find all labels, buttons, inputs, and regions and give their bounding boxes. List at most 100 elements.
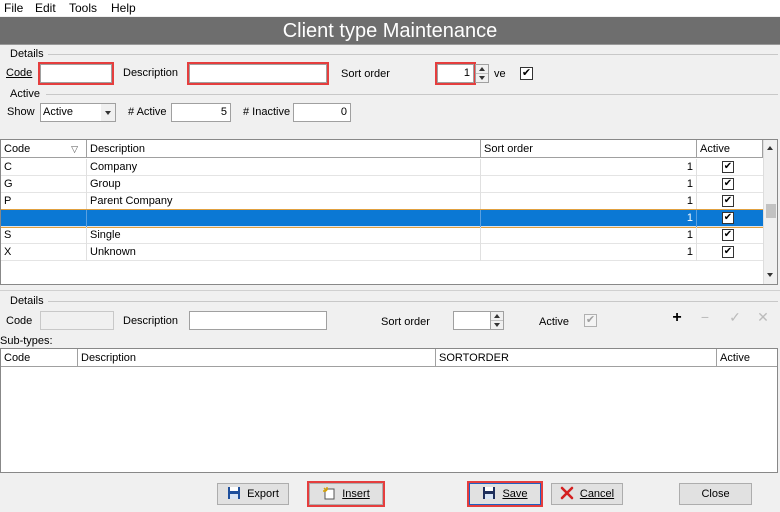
bottom-sort-order-input[interactable] [453,311,491,330]
bottom-active-label: Active [539,316,569,328]
active-label-partial: ve [494,68,506,80]
subtypes-grid[interactable]: Code Description SORTORDER Active [0,348,778,473]
num-active-label: # Active [128,106,167,118]
subcol-header-active[interactable]: Active [717,349,777,367]
close-button[interactable]: Close [679,483,752,505]
discard-icon: ✕ [757,309,769,325]
menu-help[interactable]: Help [111,1,136,15]
row-sort: 1 [481,176,697,193]
row-code: C [1,159,87,176]
floppy-disk-icon [228,487,241,500]
row-description [87,210,481,227]
grid-scrollbar[interactable] [763,140,777,284]
active-group-label: Active [10,88,40,100]
row-active-checkbox[interactable]: ✔ [722,195,734,207]
show-select-value: Active [43,106,73,118]
row-code: S [1,227,87,244]
col-header-description[interactable]: Description [87,140,481,158]
code-label: Code [6,67,33,79]
table-row-selected[interactable]: 1 ✔ [1,209,764,228]
details-group-label: Details [10,48,44,60]
active-checkbox[interactable]: ✔ [520,67,533,80]
new-document-icon [323,487,335,500]
subgrid-header: Code Description SORTORDER Active [1,349,777,367]
code-input[interactable] [38,62,114,85]
sort-order-spinner[interactable] [475,64,489,83]
export-button[interactable]: Export [217,483,289,505]
row-active-checkbox[interactable]: ✔ [722,212,734,224]
grid-header: Code ▽ Description Sort order Active [1,140,763,158]
bottom-sort-order-label: Sort order [381,316,430,328]
row-active-checkbox[interactable]: ✔ [722,246,734,258]
row-description: Company [87,159,481,176]
menu-tools[interactable]: Tools [69,1,97,15]
confirm-icon: ✓ [729,309,741,325]
client-types-grid[interactable]: Code ▽ Description Sort order Active C C… [0,139,778,285]
insert-button[interactable]: Insert [307,481,385,507]
spin-down-icon [494,322,500,327]
spin-down-icon [479,75,485,80]
row-sort: 1 [481,227,697,244]
details-bottom-group-label: Details [10,295,44,307]
table-row[interactable]: P Parent Company 1 ✔ [1,193,763,210]
menu-bar: File Edit Tools Help [0,0,780,16]
description-label: Description [123,67,179,79]
menu-edit[interactable]: Edit [35,1,56,15]
row-description: Single [87,227,481,244]
row-description: Group [87,176,481,193]
bottom-active-checkbox: ✔ [584,314,597,327]
table-row[interactable]: S Single 1 ✔ [1,227,763,244]
sort-order-label: Sort order [341,68,390,80]
num-inactive-field: 0 [293,103,351,122]
description-input[interactable] [187,62,329,85]
table-row[interactable]: C Company 1 ✔ [1,159,763,176]
row-description: Parent Company [87,193,481,210]
filter-icon[interactable]: ▽ [71,140,78,158]
cancel-button[interactable]: Cancel [551,483,623,505]
sort-order-input[interactable]: 1 [435,62,476,85]
subcol-header-sortorder[interactable]: SORTORDER [436,349,717,367]
subcol-header-code[interactable]: Code [1,349,78,367]
bottom-description-label: Description [123,315,179,327]
row-code: X [1,244,87,261]
subtypes-label: Sub-types: [0,335,53,347]
active-divider [46,94,778,95]
save-button[interactable]: Save [467,481,543,507]
remove-icon: − [700,309,710,325]
cancel-x-icon [560,486,574,500]
chevron-down-icon [101,104,115,121]
row-active-checkbox[interactable]: ✔ [722,229,734,241]
page-title: Client type Maintenance [0,17,780,45]
bottom-code-label: Code [6,315,33,327]
row-sort: 1 [481,193,697,210]
details-bottom-divider [48,301,778,302]
scroll-thumb[interactable] [766,204,776,218]
subcol-header-description[interactable]: Description [78,349,436,367]
col-header-active[interactable]: Active [697,140,763,158]
show-select[interactable]: Active [40,103,116,122]
bottom-code-input [40,311,114,330]
add-icon[interactable]: + [669,310,685,326]
row-active-checkbox[interactable]: ✔ [722,178,734,190]
menu-file[interactable]: File [4,1,23,15]
spin-up-icon [479,67,485,71]
table-row[interactable]: G Group 1 ✔ [1,176,763,193]
row-sort: 1 [481,159,697,176]
bottom-sort-order-spinner[interactable] [490,311,504,330]
spin-up-icon [494,314,500,318]
num-inactive-label: # Inactive [243,106,291,118]
col-header-code[interactable]: Code ▽ [1,140,87,158]
save-icon [483,487,496,500]
col-header-sort-order[interactable]: Sort order [481,140,697,158]
scroll-down-icon[interactable] [767,273,773,277]
table-row[interactable]: X Unknown 1 ✔ [1,244,763,261]
row-code: G [1,176,87,193]
row-sort: 1 [481,210,697,227]
row-description: Unknown [87,244,481,261]
details-divider [48,54,778,55]
bottom-description-input[interactable] [189,311,327,330]
row-code: P [1,193,87,210]
row-sort: 1 [481,244,697,261]
row-active-checkbox[interactable]: ✔ [722,161,734,173]
scroll-up-icon[interactable] [767,146,773,150]
